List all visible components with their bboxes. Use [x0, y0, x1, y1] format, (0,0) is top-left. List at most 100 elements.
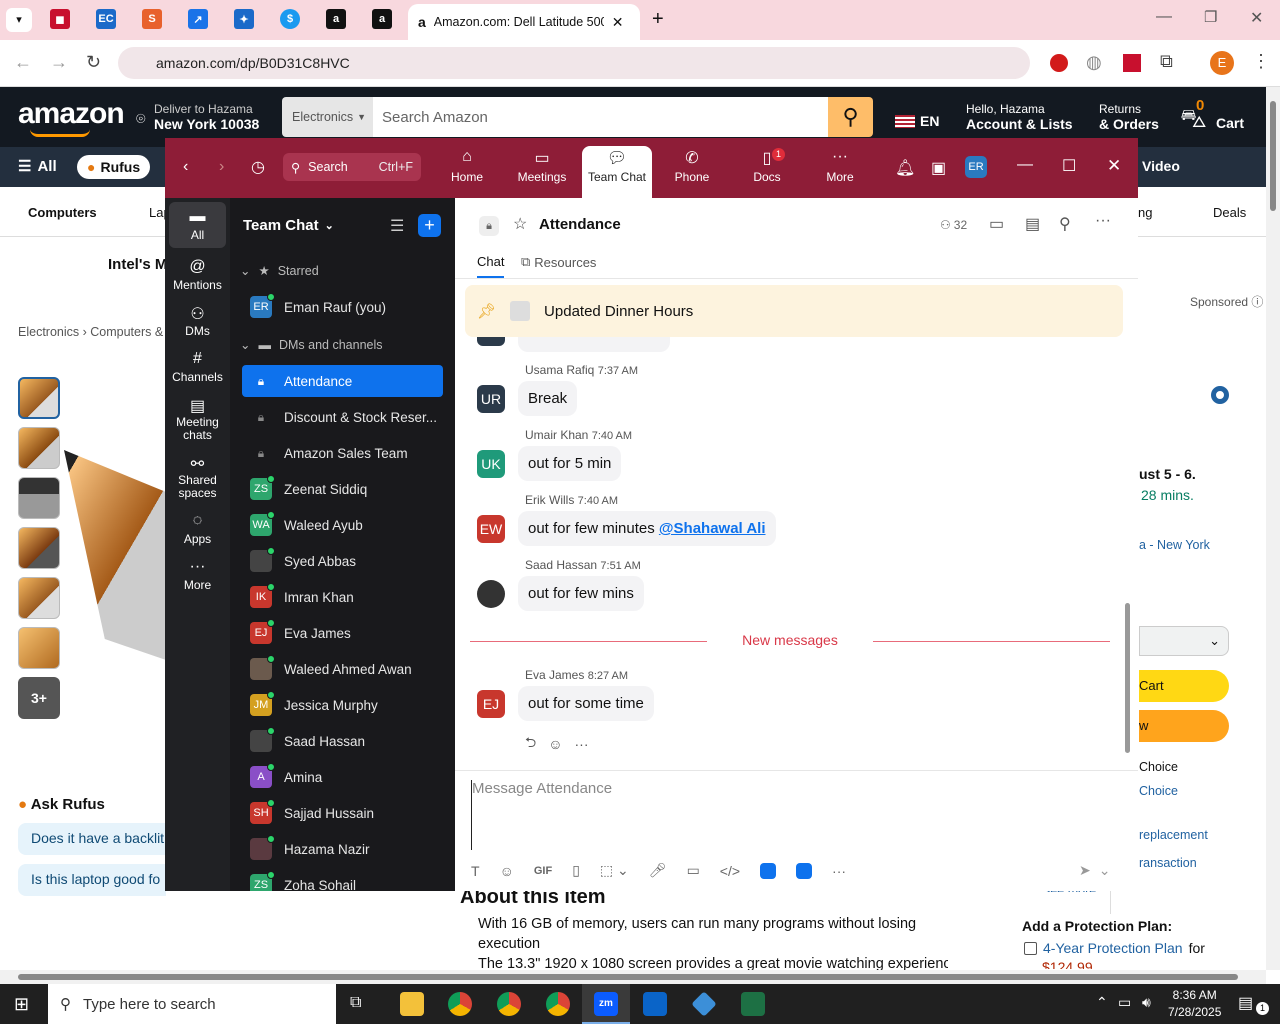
thumbnail-4[interactable] [18, 527, 60, 569]
amazon-search-button[interactable]: ⚲ [828, 97, 873, 137]
channel-item[interactable]: EJ Eva James [242, 617, 443, 649]
protection-plan-option[interactable]: 4-Year Protection Plan for [1024, 940, 1205, 956]
zoom-search-field[interactable]: ⚲ Search Ctrl+F [283, 153, 421, 181]
pinned-banner[interactable]: 📌︎ Updated Dinner Hours [465, 285, 1123, 337]
tab-favicon-3[interactable]: S [142, 9, 162, 29]
avatar[interactable]: UK [477, 450, 505, 478]
channel-item[interactable]: SH Sajjad Hussain [242, 797, 443, 829]
channel-item[interactable]: 🔒︎ Attendance [242, 365, 443, 397]
send-button[interactable]: ➤ ⌄ [1079, 862, 1110, 879]
horizontal-scrollbar[interactable] [0, 970, 1266, 984]
screenshot-icon[interactable]: ⬚ ⌄ [600, 862, 629, 879]
more-actions-icon[interactable]: ··· [575, 736, 589, 752]
thumbnail-more[interactable]: 3+ [18, 677, 60, 719]
app-diamond-icon[interactable] [691, 991, 717, 1017]
zoom-app-icon[interactable]: zm [594, 992, 618, 1016]
message-bubble[interactable]: Break [518, 381, 578, 416]
more-options-icon[interactable]: ··· [1095, 212, 1111, 230]
channel-item[interactable]: A Amina [242, 761, 443, 793]
channel-item[interactable]: JM Jessica Murphy [242, 689, 443, 721]
chat-scrollbar-thumb[interactable] [1125, 603, 1130, 753]
taskbar-clock[interactable]: 8:36 AM 7/28/2025 [1168, 987, 1221, 1021]
channel-item[interactable]: 🔒︎ Discount & Stock Reser... [242, 401, 443, 433]
choice-label-2[interactable]: Choice [1139, 784, 1178, 798]
tab-search-button[interactable]: ▾ [6, 8, 32, 32]
microphone-icon[interactable]: 🎤︎ [649, 862, 667, 879]
app-icon-2[interactable] [796, 862, 813, 879]
starred-section-header[interactable]: ⌄ ★ Starred [240, 263, 319, 279]
tab-phone[interactable]: ✆ Phone [657, 148, 727, 184]
sender-name[interactable]: Eva James [525, 668, 584, 682]
channel-item[interactable]: Syed Abbas [242, 545, 443, 577]
format-text-icon[interactable]: T [471, 863, 480, 879]
history-icon[interactable]: ◷ [251, 157, 265, 177]
zoom-maximize-icon[interactable]: ☐ [1062, 156, 1076, 176]
windows-start-icon[interactable]: ⊞ [14, 994, 29, 1015]
browser-menu-icon[interactable]: ⋮ [1252, 51, 1270, 72]
buy-now-button[interactable]: w [1139, 710, 1229, 742]
product-image[interactable] [64, 450, 166, 660]
sender-name[interactable]: Usama Rafiq [525, 363, 594, 377]
extension-pdf-icon[interactable] [1123, 54, 1141, 72]
close-window-icon[interactable]: ✕ [1250, 8, 1263, 28]
emoji-react-icon[interactable]: ☺ [548, 736, 562, 752]
radio-selected-icon[interactable] [1211, 386, 1229, 404]
rail-meeting-chats[interactable]: ▤ Meeting chats [165, 390, 230, 448]
rail-shared-spaces[interactable]: ⚯ Shared spaces [165, 448, 230, 506]
tab-home[interactable]: ⌂ Home [432, 148, 502, 184]
returns-orders[interactable]: Returns & Orders [1099, 102, 1159, 132]
zoom-back-icon[interactable]: ‹ [183, 158, 188, 176]
avatar[interactable] [477, 580, 505, 608]
outlook-icon[interactable] [643, 992, 667, 1016]
avatar[interactable]: EW [477, 515, 505, 543]
rufus-button[interactable]: ● Rufus [77, 155, 151, 179]
vertical-scrollbar[interactable] [1266, 87, 1280, 970]
tab-favicon-7[interactable]: a [326, 9, 346, 29]
language-selector[interactable]: EN [895, 113, 939, 129]
mention-link[interactable]: @Shahawal Ali [659, 520, 766, 537]
subtab-resources[interactable]: ⧉ Resources [521, 254, 596, 270]
amazon-search-input[interactable]: Search Amazon [373, 97, 828, 137]
taskbar-search[interactable]: ⚲ Type here to search [48, 984, 336, 1024]
close-tab-icon[interactable]: ✕ [612, 14, 624, 31]
message-bubble[interactable]: out for 5 min [518, 446, 622, 481]
message-bubble[interactable]: out for some time [518, 686, 654, 721]
extension-red-icon[interactable] [1050, 54, 1068, 72]
vertical-scrollbar-thumb[interactable] [1270, 101, 1276, 211]
channel-title[interactable]: Attendance [539, 216, 621, 233]
dms-section-header[interactable]: ⌄ ▬ DMs and channels [240, 337, 383, 353]
video-call-icon[interactable]: ▭ [989, 214, 1004, 234]
add-to-cart-button[interactable]: Cart [1139, 670, 1229, 702]
sender-name[interactable]: Umair Khan [525, 428, 588, 442]
active-tab[interactable]: a Amazon.com: Dell Latitude 500 ✕ [408, 4, 640, 40]
horizontal-scrollbar-thumb[interactable] [18, 974, 1238, 980]
cart-button[interactable]: ⛍ 0 Cart [1180, 97, 1270, 135]
chrome-icon-2[interactable] [497, 992, 521, 1016]
new-tab-icon[interactable]: + [652, 8, 664, 31]
extension-globe-icon[interactable]: ◍ [1086, 52, 1102, 73]
tab-favicon-5[interactable]: ✦ [234, 9, 254, 29]
avatar[interactable]: UR [477, 385, 505, 413]
channel-item[interactable]: IK Imran Khan [242, 581, 443, 613]
volume-icon[interactable]: 🔊︎ [1142, 994, 1151, 1011]
thumbnail-6[interactable] [18, 627, 60, 669]
rail-mentions[interactable]: @ Mentions [165, 252, 230, 298]
favorite-star-icon[interactable]: ☆ [513, 214, 527, 234]
channel-item[interactable]: WA Waleed Ayub [242, 509, 443, 541]
avatar[interactable]: EJ [477, 690, 505, 718]
message-bubble[interactable]: out for few mins [518, 576, 644, 611]
code-icon[interactable]: </> [720, 863, 740, 879]
amazon-logo[interactable]: amazon [18, 97, 125, 131]
back-icon[interactable]: ← [14, 52, 32, 73]
rufus-question-1[interactable]: Does it have a backlit [18, 823, 166, 855]
nav-video-link[interactable]: Video [1142, 158, 1180, 174]
tab-docs[interactable]: ▯ Docs 1 [732, 148, 802, 184]
new-chat-button[interactable]: + [418, 214, 441, 237]
tab-favicon-8[interactable]: a [372, 9, 392, 29]
tray-chevron-icon[interactable]: ⌃ [1096, 994, 1108, 1011]
url-field[interactable]: amazon.com/dp/B0D31C8HVC [118, 47, 1030, 79]
tab-favicon-6[interactable]: $ [280, 9, 300, 29]
plan-item-label[interactable]: 4-Year Protection Plan [1043, 940, 1183, 956]
transaction-link[interactable]: ransaction [1139, 856, 1197, 870]
channel-item[interactable]: Hazama Nazir [242, 833, 443, 865]
